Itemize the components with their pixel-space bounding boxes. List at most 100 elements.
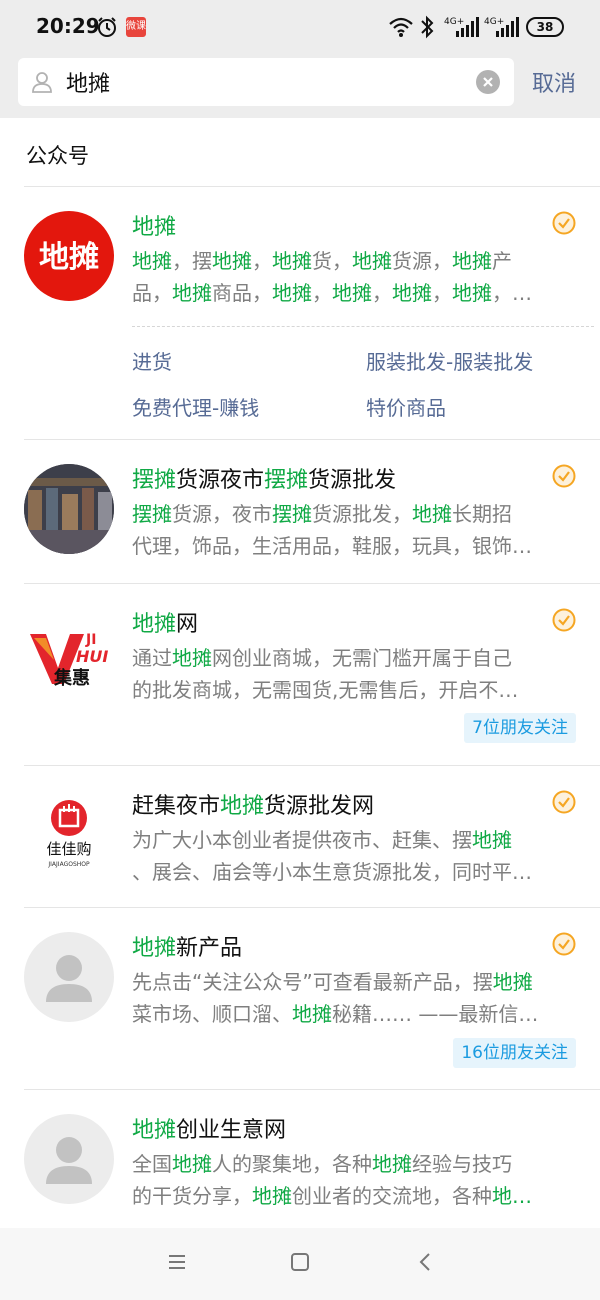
wifi-icon [389,17,413,37]
keyword-highlight: 地摊 [172,646,212,670]
text-segment: 品， [132,281,172,305]
keyword-highlight: 地摊 [372,1152,412,1176]
signal-icon: 4G+ [444,17,479,37]
battery-icon: 38 [526,17,564,37]
keyword-highlight: 地摊 [332,281,372,305]
text-segment: 新产品 [176,936,243,961]
friends-following-badge: 16位朋友关注 [453,1038,576,1068]
alarm-icon [98,17,116,37]
text-segment: 先点击“关注公众号”可查看最新产品，摆 [132,970,493,994]
result-item[interactable]: JI HUI 集惠 地摊网 通过地摊网创业商城，无需门槛开属于自己 的批发商城，无… [0,584,600,765]
text-segment: 货源批发， [312,502,412,526]
menu-icon[interactable] [165,1250,189,1274]
status-bar: 20:29 微课 4G+ 4G+ 38 [0,0,600,56]
text-segment: ， [432,281,452,305]
account-description: 为广大小本创业者提供夜市、赶集、摆地摊 、展会、庙会等小本生意货源批发，同时平… [132,824,577,888]
text-segment: 长期招 [452,502,512,526]
account-name: 地摊 [132,209,176,241]
search-bar: 取消 [0,56,600,118]
text-segment: ， [372,281,392,305]
description-line: 的批发商城，无需囤货,无需售后，开启不… [132,674,577,706]
text-segment: 创业者的交流地，各种 [292,1184,492,1208]
keyword-highlight: 地摊 [272,281,312,305]
app-notification-icon: 微课 [126,17,146,37]
text-segment: 全国 [132,1152,172,1176]
keyword-highlight: 摆摊 [264,468,309,493]
avatar-text: 集惠 [53,667,90,689]
svg-text:4G+: 4G+ [444,17,464,27]
signal-icon: 4G+ [484,17,519,37]
keyword-highlight: 地摊 [212,249,252,273]
description-line: 、展会、庙会等小本生意货源批发，同时平… [132,856,577,888]
menu-link-sale[interactable]: 特价商品 [366,392,446,421]
cancel-button[interactable]: 取消 [532,66,576,98]
menu-link-agent[interactable]: 免费代理-赚钱 [132,392,259,421]
text-segment: 货源夜市 [176,468,265,493]
keyword-highlight: 摆摊 [132,468,177,493]
text-segment: 货源批发 [308,468,397,493]
keyword-highlight: 地摊 [220,794,265,819]
search-box[interactable] [18,58,514,106]
status-time: 20:29 [36,14,100,38]
text-segment: 创业生意网 [176,1118,287,1143]
menu-link-purchase[interactable]: 进货 [132,346,172,375]
avatar-text: JIAJIAGOSHOP [47,861,90,868]
clear-search-button[interactable] [476,70,500,94]
close-icon [483,77,493,87]
keyword-highlight: 地摊 [132,215,177,240]
account-description: 全国地摊人的聚集地，各种地摊经验与技巧 的干货分享，地摊创业者的交流地，各种地… [132,1148,577,1212]
description-line: 通过地摊网创业商城，无需门槛开属于自己 [132,642,577,674]
home-icon[interactable] [288,1250,312,1274]
result-item[interactable]: 地摊 地摊 地摊，摆地摊，地摊货，地摊货源，地摊产 品，地摊商品，地摊，地摊，地摊… [0,187,600,439]
description-line: 菜市场、顺口溜、地摊秘籍…… ——最新信… [132,998,577,1030]
text-segment: 代理，饰品，生活用品，鞋服，玩具，银饰… [132,534,532,558]
keyword-highlight: 地摊 [472,828,512,852]
keyword-highlight: 地摊 [452,281,492,305]
text-segment: 菜市场、顺口溜、 [132,1002,292,1026]
text-segment: 秘籍…… ——最新信… [332,1002,539,1026]
text-segment: 的干货分享， [132,1184,252,1208]
keyword-highlight: 地摊 [172,281,212,305]
result-item[interactable]: 地摊新产品 先点击“关注公众号”可查看最新产品，摆地摊 菜市场、顺口溜、地摊秘籍…… [0,908,600,1089]
result-item[interactable]: 摆摊货源夜市摆摊货源批发 摆摊货源，夜市摆摊货源批发，地摊长期招 代理，饰品，生活… [0,440,600,583]
keyword-highlight: 地摊 [452,249,492,273]
menu-divider [132,326,594,327]
text-segment: 商品， [212,281,272,305]
verified-icon [552,211,576,235]
avatar [24,464,114,554]
account-name: 摆摊货源夜市摆摊货源批发 [132,462,396,494]
avatar [24,1114,114,1204]
text-segment: ，… [492,281,532,305]
text-segment: 人的聚集地，各种 [212,1152,372,1176]
text-segment: 产 [492,249,512,273]
avatar: JI HUI 集惠 [24,604,114,694]
text-segment: 网创业商城，无需门槛开属于自己 [212,646,512,670]
default-avatar-icon [46,1137,92,1184]
keyword-highlight: 摆摊 [132,502,172,526]
account-description: 摆摊货源，夜市摆摊货源批发，地摊长期招 代理，饰品，生活用品，鞋服，玩具，银饰… [132,498,577,562]
avatar-text: HUI [76,647,108,666]
avatar-text: 佳佳购 [46,840,91,858]
friends-following-badge: 7位朋友关注 [464,713,576,743]
verified-icon [552,790,576,814]
keyword-highlight: 地摊 [272,249,312,273]
back-icon[interactable] [414,1250,438,1274]
account-name: 地摊创业生意网 [132,1112,286,1144]
verified-icon [552,608,576,632]
menu-link-wholesale[interactable]: 服装批发-服装批发 [366,346,533,375]
text-segment: 货， [312,249,352,273]
svg-text:4G+: 4G+ [484,17,504,27]
description-line: 为广大小本创业者提供夜市、赶集、摆地摊 [132,824,577,856]
description-line: 地摊，摆地摊，地摊货，地摊货源，地摊产 [132,245,577,277]
result-item[interactable]: 地摊创业生意网 全国地摊人的聚集地，各种地摊经验与技巧 的干货分享，地摊创业者的交… [0,1090,600,1228]
bluetooth-icon [421,15,434,39]
text-segment: 为广大小本创业者提供夜市、赶集、摆 [132,828,472,852]
avatar [24,932,114,1022]
result-item[interactable]: 佳佳购 JIAJIAGOSHOP 赶集夜市地摊货源批发网 为广大小本创业者提供夜… [0,766,600,907]
avatar: 佳佳购 JIAJIAGOSHOP [24,788,114,878]
avatar: 地摊 [24,211,114,301]
text-segment: 的批发商城，无需囤货,无需售后，开启不… [132,678,519,702]
text-segment: ，摆 [172,249,212,273]
description-line: 代理，饰品，生活用品，鞋服，玩具，银饰… [132,530,577,562]
search-input[interactable] [66,66,466,98]
